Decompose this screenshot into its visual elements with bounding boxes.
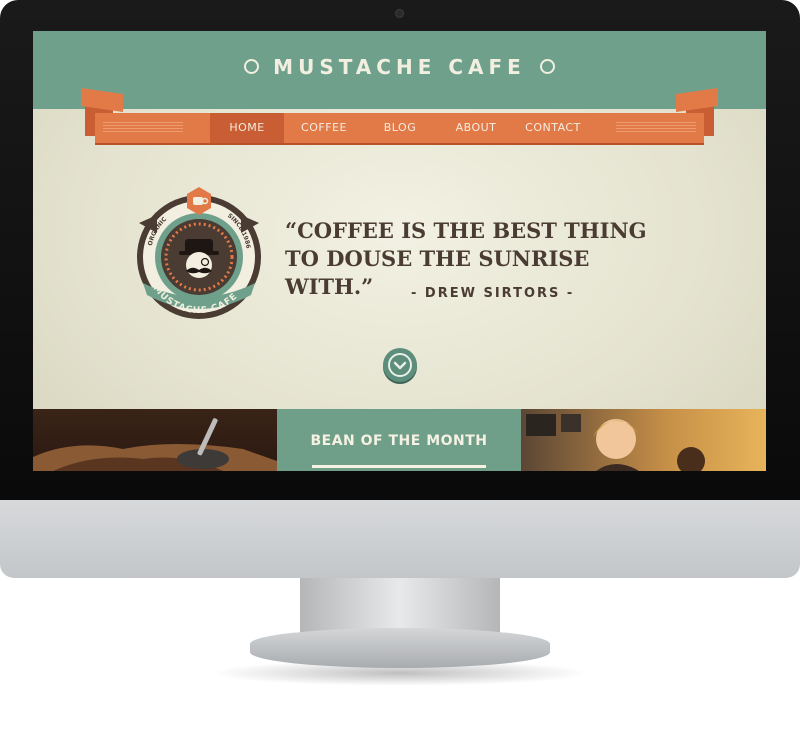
mustache-cafe-logo: ORGANIC SINCE 1986 MUSTACHE CAFE [137, 187, 261, 319]
title-underline [312, 465, 486, 468]
site-title-text: MUSTACHE CAFE [273, 55, 526, 79]
nav-contact[interactable]: Contact [516, 113, 590, 143]
nav-blog[interactable]: Blog [364, 113, 436, 143]
hero-quote-author: - DREW SIRTORS - [411, 286, 575, 301]
ribbon-stripes-right [616, 122, 696, 134]
barista-graphic [526, 414, 705, 471]
ribbon-stripes-left [103, 122, 183, 134]
nav-home[interactable]: Home [210, 113, 284, 143]
monitor-stand-foot [250, 628, 550, 668]
chevron-down-icon [388, 353, 412, 377]
featured-strip: BEAN OF THE MONTH [33, 409, 766, 471]
coffee-beans-image[interactable] [33, 409, 277, 471]
cafe-people-image[interactable] [521, 409, 766, 471]
ring-icon [244, 59, 260, 74]
nav-ribbon: Home Coffee Blog About Contact [95, 113, 704, 143]
header-bar: MUSTACHE CAFE [33, 31, 766, 109]
website-screen: MUSTACHE CAFE Home Coffee Blog About Con… [33, 31, 766, 471]
bean-of-the-month-title: BEAN OF THE MONTH [310, 433, 488, 449]
scroll-down-button[interactable] [383, 348, 417, 382]
nav-about[interactable]: About [436, 113, 516, 143]
monitor-chin [0, 500, 800, 578]
camera-icon [395, 9, 404, 18]
bean-of-the-month-card[interactable]: BEAN OF THE MONTH [277, 409, 521, 471]
imac-monitor: MUSTACHE CAFE Home Coffee Blog About Con… [0, 0, 800, 751]
nav-coffee[interactable]: Coffee [284, 113, 364, 143]
main-nav: Home Coffee Blog About Contact [210, 113, 590, 143]
site-title[interactable]: MUSTACHE CAFE [33, 55, 766, 79]
ring-icon [539, 59, 555, 74]
coffee-sack-graphic [33, 418, 277, 471]
